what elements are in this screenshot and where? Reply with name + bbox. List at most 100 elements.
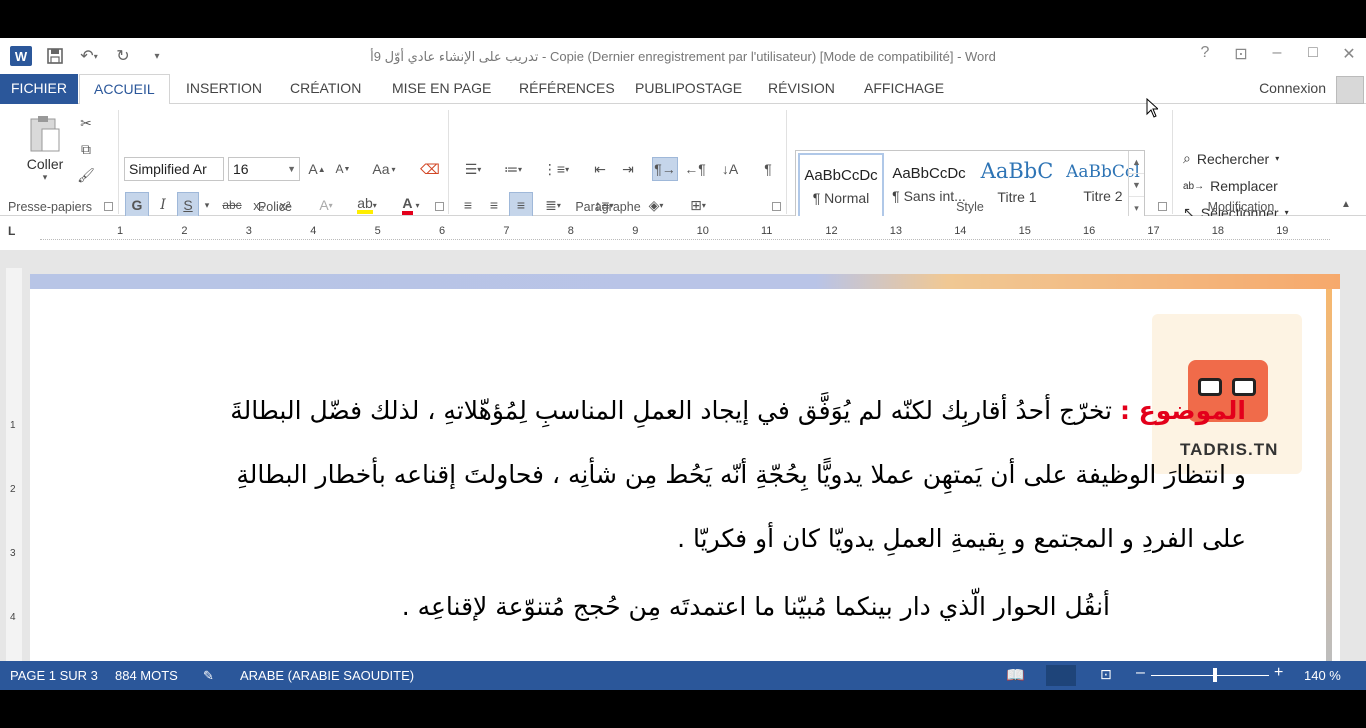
web-layout-icon[interactable]: ⊡ xyxy=(1100,666,1112,683)
document-page[interactable]: TADRIS.TN الموضوع : تخرّج أحدُ أقاربِك ل… xyxy=(30,274,1340,661)
zoom-out-button[interactable]: – xyxy=(1136,664,1145,682)
window-controls: ? ⊡ – □ ✕ xyxy=(1196,44,1358,64)
line-1-text: تخرّج أحدُ أقاربِك لكنّه لم يُوَفَّق في … xyxy=(230,396,1113,425)
group-label-font: Police xyxy=(257,200,293,214)
page-count[interactable]: PAGE 1 SUR 3 xyxy=(10,668,98,683)
ruler-number: 14 xyxy=(954,225,967,237)
show-marks-icon[interactable]: ¶ xyxy=(756,157,780,181)
clipboard-launcher-icon[interactable] xyxy=(104,202,113,211)
ltr-direction-icon[interactable]: ¶→ xyxy=(652,157,678,181)
tab-selector[interactable]: L xyxy=(8,224,22,238)
paste-button[interactable]: Coller ▾ xyxy=(22,110,68,186)
style-preview: AaBbCcDc xyxy=(804,167,878,184)
paragraph-line-4: أنقُل الحوار الّذي دار بينكما مُبيّنا ما… xyxy=(401,592,1110,621)
paragraph-launcher-icon[interactable] xyxy=(772,202,781,211)
ruler-number: 15 xyxy=(1018,225,1031,237)
window-title: تدريب على الإنشاء عادي أوّل 9أ - Copie (… xyxy=(370,49,996,64)
sort-icon[interactable]: ↓A xyxy=(718,157,742,181)
collapse-ribbon-icon[interactable]: ▲ xyxy=(1336,196,1356,212)
bullets-icon[interactable]: ☰ ▾ xyxy=(456,157,490,181)
font-launcher-icon[interactable] xyxy=(435,202,444,211)
ribbon-display-icon[interactable]: ⊡ xyxy=(1232,44,1250,64)
page-border xyxy=(1326,289,1332,661)
proofing-icon[interactable]: ✎ xyxy=(203,668,214,684)
word-count[interactable]: 884 MOTS xyxy=(115,668,178,683)
cut-icon[interactable]: ✂ xyxy=(75,112,97,134)
font-family-select[interactable]: Simplified Ar xyxy=(124,157,224,181)
style-preview: AaBbCcDc xyxy=(892,165,966,182)
ruler-number: 2 xyxy=(181,225,188,237)
tab-accueil[interactable]: ACCUEIL xyxy=(79,74,170,105)
clear-format-icon[interactable]: ⌫ xyxy=(418,157,442,181)
ruler-number: 17 xyxy=(1147,225,1160,237)
ruler-number: 4 xyxy=(10,612,16,623)
shrink-font-icon[interactable]: A ▼ xyxy=(332,157,354,181)
ruler-number: 2 xyxy=(10,484,16,495)
paragraph-line-3: على الفردِ و المجتمع و بِقيمةِ العملِ يد… xyxy=(677,524,1246,553)
replace-button[interactable]: ab→ Remplacer xyxy=(1183,178,1278,194)
change-case-button[interactable]: Aa ▾ xyxy=(366,157,402,181)
multilevel-list-icon[interactable]: ⋮≡ ▾ xyxy=(538,157,574,181)
word-window: W ↶ ▾ ↻ ▾ تدريب على الإنشاء عادي أوّل 9أ … xyxy=(0,38,1366,690)
increase-indent-icon[interactable]: ⇥ xyxy=(616,157,640,181)
zoom-in-button[interactable]: + xyxy=(1274,664,1283,682)
decrease-indent-icon[interactable]: ⇤ xyxy=(588,157,612,181)
tab-revision[interactable]: RÉVISION xyxy=(754,74,849,104)
read-mode-icon[interactable]: 📖 xyxy=(1006,666,1025,684)
divider xyxy=(1172,110,1173,214)
tab-fichier[interactable]: FICHIER xyxy=(0,74,78,104)
user-avatar-icon[interactable] xyxy=(1336,76,1364,104)
divider xyxy=(118,110,119,214)
group-label-editing: Modification xyxy=(1207,200,1275,214)
page-header-band xyxy=(30,274,1340,289)
replace-label: Remplacer xyxy=(1210,178,1278,194)
ruler-number: 6 xyxy=(439,225,446,237)
tab-references[interactable]: RÉFÉRENCES xyxy=(505,74,629,104)
copy-icon[interactable]: ⧉ xyxy=(75,138,97,160)
ruler-number: 19 xyxy=(1276,225,1289,237)
tab-mise-en-page[interactable]: MISE EN PAGE xyxy=(378,74,505,104)
ruler-number: 12 xyxy=(825,225,838,237)
ruler-number: 3 xyxy=(10,548,16,559)
style-preview: AaBbC xyxy=(980,159,1054,183)
language-indicator[interactable]: ARABE (ARABIE SAOUDITE) xyxy=(240,668,414,683)
ruler-number: 4 xyxy=(310,225,317,237)
clipboard-icon xyxy=(30,115,60,151)
chevron-down-icon: ▾ xyxy=(1275,154,1280,163)
group-label-clipboard: Presse-papiers xyxy=(7,200,93,214)
chevron-down-icon[interactable]: ▼ xyxy=(1129,174,1144,197)
numbering-icon[interactable]: ≔ ▾ xyxy=(496,157,530,181)
format-painter-icon[interactable]: 🖌 xyxy=(75,164,97,186)
close-icon[interactable]: ✕ xyxy=(1340,44,1358,64)
styles-launcher-icon[interactable] xyxy=(1158,202,1167,211)
font-size-select[interactable]: 16 ▼ xyxy=(228,157,300,181)
binoculars-icon: ⌕ xyxy=(1183,150,1191,166)
rtl-direction-icon[interactable]: ←¶ xyxy=(682,157,708,181)
maximize-icon[interactable]: □ xyxy=(1304,44,1322,64)
tab-insertion[interactable]: INSERTION xyxy=(172,74,276,104)
chevron-up-icon[interactable]: ▲ xyxy=(1129,151,1144,174)
tab-affichage[interactable]: AFFICHAGE xyxy=(850,74,958,104)
grow-font-icon[interactable]: A ▲ xyxy=(306,157,328,181)
help-icon[interactable]: ? xyxy=(1196,44,1214,64)
paste-label: Coller xyxy=(26,155,64,172)
ribbon: Coller ▾ ✂ ⧉ 🖌 Presse-papiers Simplified… xyxy=(0,104,1366,222)
zoom-level[interactable]: 140 % xyxy=(1304,668,1341,683)
find-button[interactable]: ⌕ Rechercher ▾ xyxy=(1183,150,1279,167)
ruler-number: 11 xyxy=(761,225,773,237)
minimize-icon[interactable]: – xyxy=(1268,44,1286,64)
tab-publipostage[interactable]: PUBLIPOSTAGE xyxy=(621,74,756,104)
ruler-number: 1 xyxy=(117,225,124,237)
tab-creation[interactable]: CRÉATION xyxy=(276,74,375,104)
tadris-logo: TADRIS.TN xyxy=(1152,314,1302,474)
horizontal-ruler[interactable]: 1 2 3 4 5 6 7 8 9 10 11 12 13 14 15 16 17 18 19 xyxy=(40,225,1330,240)
signin-link[interactable]: Connexion xyxy=(1259,80,1326,96)
group-label-style: Style xyxy=(956,200,984,214)
print-layout-icon[interactable] xyxy=(1046,665,1076,686)
ruler-number: 10 xyxy=(696,225,709,237)
vertical-ruler[interactable]: 1 2 3 4 xyxy=(6,268,22,661)
zoom-slider-thumb[interactable] xyxy=(1213,668,1217,682)
divider xyxy=(448,110,449,214)
mouse-pointer-icon xyxy=(1146,98,1158,118)
zoom-slider[interactable] xyxy=(1151,675,1269,676)
